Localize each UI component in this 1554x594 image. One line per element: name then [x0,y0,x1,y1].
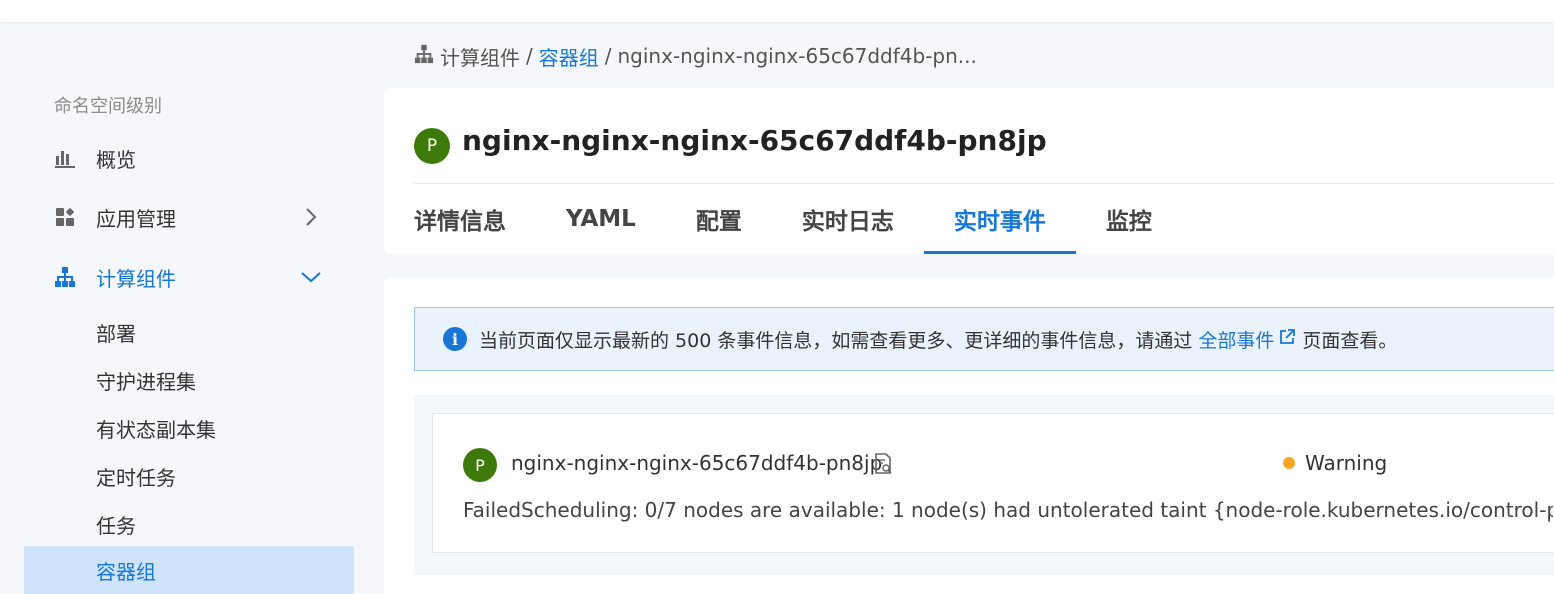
info-icon: i [443,327,467,351]
events-list: P nginx-nginx-nginx-65c67ddf4b-pn8jp War… [414,395,1554,575]
info-banner: i 当前页面仅显示最新的 500 条事件信息，如需查看更多、更详细的事件信息，请… [414,307,1554,371]
sidebar-section-label: 命名空间级别 [54,96,162,117]
pod-avatar: P [414,128,450,164]
event-pod-avatar: P [463,448,497,482]
sidebar-item-app-management[interactable]: 应用管理 [0,197,370,237]
tab-config[interactable]: 配置 [666,184,772,254]
sidebar-item-label: 计算组件 [96,266,176,291]
sidebar-item-compute[interactable]: 计算组件 [0,257,370,297]
sidebar-sub-item-statefulset[interactable]: 有状态副本集 [24,405,354,451]
sidebar-item-label: 概览 [96,147,136,172]
info-banner-suffix: 页面查看。 [1302,329,1398,352]
sidebar: 命名空间级别 概览 应用管理 计算组件 部署 守护进程集 有状态副本集 定时任务… [0,22,370,594]
sidebar-sub-item-cronjob[interactable]: 定时任务 [24,453,354,499]
chevron-down-icon [300,266,322,288]
tab-monitoring[interactable]: 监控 [1076,184,1182,254]
tab-yaml[interactable]: YAML [536,184,666,254]
sidebar-sub-item-daemonset[interactable]: 守护进程集 [24,357,354,403]
list-item: P nginx-nginx-nginx-65c67ddf4b-pn8jp War… [432,413,1554,553]
bar-chart-icon [54,147,76,169]
sidebar-item-overview[interactable]: 概览 [0,138,370,178]
all-events-link[interactable]: 全部事件 [1198,326,1296,353]
app-grid-icon [54,206,76,228]
events-content-card: i 当前页面仅显示最新的 500 条事件信息，如需查看更多、更详细的事件信息，请… [384,277,1554,594]
document-search-icon[interactable] [873,452,895,476]
breadcrumb-separator: / [604,44,612,68]
breadcrumb-separator: / [526,44,533,68]
tab-live-logs[interactable]: 实时日志 [772,184,924,254]
event-pod-name: nginx-nginx-nginx-65c67ddf4b-pn8jp [511,451,883,475]
event-status-label: Warning [1305,451,1388,475]
sidebar-item-label: 应用管理 [96,206,176,231]
pod-header-card: P nginx-nginx-nginx-65c67ddf4b-pn8jp 详情信… [384,88,1554,254]
tab-bar: 详情信息 YAML 配置 实时日志 实时事件 监控 [414,184,1182,254]
sitemap-icon [414,44,434,69]
sidebar-sub-item-pods[interactable]: 容器组 [24,546,354,594]
chevron-right-icon [300,206,322,228]
sidebar-sub-item-deployment[interactable]: 部署 [24,309,354,355]
warning-dot-icon [1283,457,1295,469]
tab-live-events[interactable]: 实时事件 [923,184,1076,254]
info-banner-text: 当前页面仅显示最新的 500 条事件信息，如需查看更多、更详细的事件信息，请通过 [479,329,1193,352]
status-badge: Warning [1283,451,1387,475]
all-events-link-label: 全部事件 [1198,329,1275,352]
sitemap-icon [54,266,76,288]
tab-details[interactable]: 详情信息 [414,184,536,254]
breadcrumb-current: nginx-nginx-nginx-65c67ddf4b-pn... [617,44,977,68]
event-message: FailedScheduling: 0/7 nodes are availabl… [463,498,1553,522]
sidebar-sub-item-job[interactable]: 任务 [24,501,354,547]
breadcrumb-root: 计算组件 [440,45,520,70]
breadcrumb: 计算组件 / 容器组 / nginx-nginx-nginx-65c67ddf4… [414,42,977,70]
page-title: nginx-nginx-nginx-65c67ddf4b-pn8jp [462,124,1047,157]
top-bar [0,0,1554,22]
external-link-icon [1278,328,1296,351]
breadcrumb-link-pods[interactable]: 容器组 [539,42,599,71]
